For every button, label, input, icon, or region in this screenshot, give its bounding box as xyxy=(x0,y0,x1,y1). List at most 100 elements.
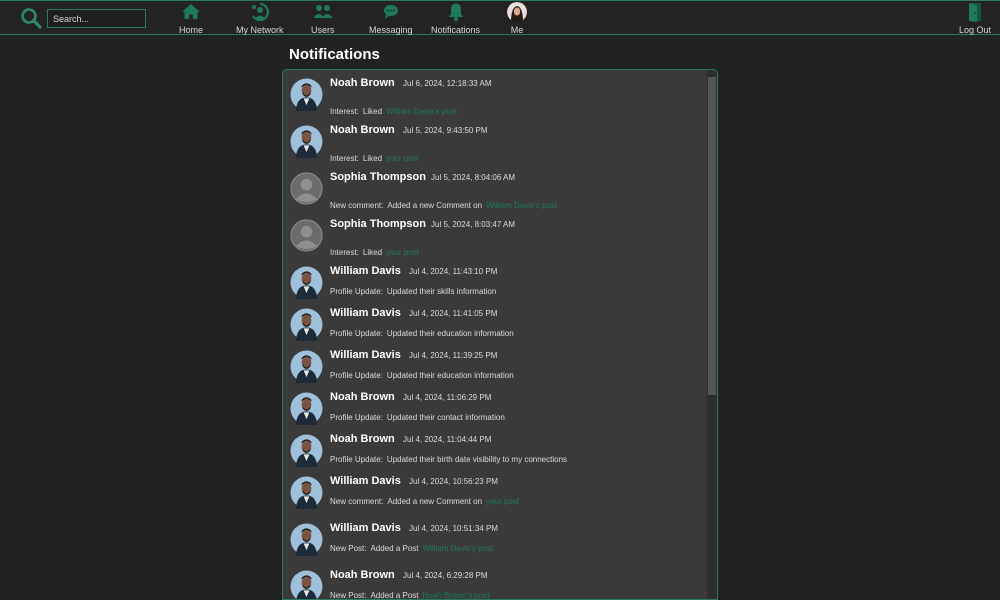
notification-message: Interest: Liked your post xyxy=(330,248,419,257)
nav-me-label: Me xyxy=(510,25,524,35)
notification-user-name[interactable]: Sophia Thompson xyxy=(330,171,426,183)
notification-post-link[interactable]: William Davis's post xyxy=(386,107,457,116)
notification-timestamp: Jul 4, 2024, 6:29:28 PM xyxy=(403,571,488,580)
default-avatar-icon xyxy=(290,219,323,252)
avatar xyxy=(290,476,323,509)
notification-type: New comment: xyxy=(330,497,384,506)
avatar xyxy=(290,523,323,556)
door-icon xyxy=(969,3,982,22)
avatar xyxy=(290,78,323,111)
search-input[interactable] xyxy=(47,9,146,28)
avatar xyxy=(290,350,323,383)
notification-timestamp: Jul 5, 2024, 9:43:50 PM xyxy=(403,126,488,135)
notification-item[interactable]: William Davis Jul 4, 2024, 11:43:10 PM Pro… xyxy=(289,265,699,300)
notification-type: Interest: xyxy=(330,248,359,257)
notification-user-name[interactable]: Noah Brown xyxy=(330,124,395,136)
search-logo-icon[interactable] xyxy=(20,7,42,29)
notification-item[interactable]: Sophia Thompson Jul 5, 2024, 8:04:06 AM Ne… xyxy=(289,171,699,210)
nav-users-label: Users xyxy=(311,25,335,35)
notification-user-name[interactable]: Noah Brown xyxy=(330,391,395,403)
notification-action: Updated their education information xyxy=(386,329,514,338)
notification-item[interactable]: Noah Brown Jul 4, 2024, 11:04:44 PM Profil… xyxy=(289,433,699,468)
scrollbar-thumb[interactable] xyxy=(708,77,716,395)
notification-action: Liked xyxy=(362,107,383,116)
chat-icon xyxy=(383,5,398,19)
nav-notifications[interactable]: Notifications xyxy=(431,2,480,35)
page-title: Notifications xyxy=(289,46,380,63)
notification-message: Interest: Liked William Davis's post xyxy=(330,107,457,116)
notification-item[interactable]: William Davis Jul 4, 2024, 10:56:23 PM New… xyxy=(289,475,699,510)
notification-user-name[interactable]: Sophia Thompson xyxy=(330,218,426,230)
avatar xyxy=(290,266,323,299)
notification-item[interactable]: William Davis Jul 4, 2024, 10:51:34 PM New… xyxy=(289,522,699,557)
notification-type: Interest: xyxy=(330,154,359,163)
notification-message: New comment: Added a new Comment on your p… xyxy=(330,497,519,506)
nav-users[interactable]: Users xyxy=(311,2,335,35)
notification-user-name[interactable]: William Davis xyxy=(330,265,401,277)
default-avatar-icon xyxy=(290,172,323,205)
notification-message: New Post: Added a Post William Davis's pos… xyxy=(330,544,493,553)
notification-message: Profile Update: Updated their skills info… xyxy=(330,287,496,296)
nav-notifications-label: Notifications xyxy=(431,25,481,35)
notification-timestamp: Jul 4, 2024, 11:39:25 PM xyxy=(409,351,498,360)
notification-message: Profile Update: Updated their education i… xyxy=(330,371,514,380)
notification-user-name[interactable]: Noah Brown xyxy=(330,77,395,89)
notification-user-name[interactable]: William Davis xyxy=(330,522,401,534)
avatar xyxy=(507,2,527,22)
logout-label: Log Out xyxy=(959,25,992,35)
notification-action: Added a Post xyxy=(370,591,419,600)
notification-item[interactable]: Noah Brown Jul 6, 2024, 12:18:33 AM Intere… xyxy=(289,77,699,116)
notification-message: New comment: Added a new Comment on Willia… xyxy=(330,201,557,210)
notification-type: Profile Update: xyxy=(330,455,383,464)
notification-user-name[interactable]: William Davis xyxy=(330,307,401,319)
notification-timestamp: Jul 4, 2024, 11:43:10 PM xyxy=(409,267,498,276)
notification-item[interactable]: Noah Brown Jul 5, 2024, 9:43:50 PM Interes… xyxy=(289,124,699,163)
notification-type: New Post: xyxy=(330,544,367,553)
avatar xyxy=(290,308,323,341)
notification-action: Added a new Comment on xyxy=(387,497,483,506)
bell-icon xyxy=(448,3,463,21)
notification-user-name[interactable]: Noah Brown xyxy=(330,433,395,445)
notification-post-link[interactable]: William Davis's post xyxy=(423,544,494,553)
network-icon xyxy=(251,2,269,22)
notification-post-link[interactable]: your post xyxy=(386,248,419,257)
notification-post-link[interactable]: your post xyxy=(486,497,519,506)
notification-action: Added a new Comment on xyxy=(387,201,483,210)
notification-item[interactable]: Noah Brown Jul 4, 2024, 6:29:28 PM New Pos… xyxy=(289,569,699,600)
avatar xyxy=(290,434,323,467)
notification-action: Liked xyxy=(362,154,383,163)
notifications-list[interactable]: Noah Brown Jul 6, 2024, 12:18:33 AM Intere… xyxy=(282,69,718,600)
nav-messaging[interactable]: Messaging xyxy=(369,2,413,35)
notification-timestamp: Jul 6, 2024, 12:18:33 AM xyxy=(403,79,492,88)
notification-type: Profile Update: xyxy=(330,329,383,338)
notification-action: Added a Post xyxy=(370,544,419,553)
notification-action: Updated their skills information xyxy=(386,287,497,296)
notification-action: Updated their birth date visibility to m… xyxy=(386,455,568,464)
notification-timestamp: Jul 5, 2024, 8:04:06 AM xyxy=(431,173,516,182)
notification-item[interactable]: Sophia Thompson Jul 5, 2024, 8:03:47 AM In… xyxy=(289,218,699,257)
notification-message: Interest: Liked your post xyxy=(330,154,419,163)
notification-user-name[interactable]: William Davis xyxy=(330,475,401,487)
notification-post-link[interactable]: William Davis's post xyxy=(486,201,557,210)
nav-home[interactable]: Home xyxy=(179,2,203,35)
notification-user-name[interactable]: Noah Brown xyxy=(330,569,395,581)
scrollbar[interactable] xyxy=(707,70,717,599)
logout-button[interactable]: Log Out xyxy=(959,2,991,35)
notification-type: Profile Update: xyxy=(330,413,383,422)
nav-me[interactable]: Me xyxy=(507,2,527,35)
notification-timestamp: Jul 4, 2024, 10:51:34 PM xyxy=(409,524,498,533)
notification-user-name[interactable]: William Davis xyxy=(330,349,401,361)
notification-message: Profile Update: Updated their education i… xyxy=(330,329,514,338)
nav-my-network[interactable]: My Network xyxy=(236,2,284,35)
notification-item[interactable]: William Davis Jul 4, 2024, 11:39:25 PM Pro… xyxy=(289,349,699,384)
notification-post-link[interactable]: Noah Brown's post xyxy=(423,591,490,599)
notification-item[interactable]: William Davis Jul 4, 2024, 11:41:05 PM Pro… xyxy=(289,307,699,342)
nav-messaging-label: Messaging xyxy=(369,25,413,35)
notification-message: Profile Update: Updated their birth date … xyxy=(330,455,567,464)
notification-post-link[interactable]: your post xyxy=(386,154,419,163)
notification-type: Profile Update: xyxy=(330,371,383,380)
notification-timestamp: Jul 4, 2024, 11:41:05 PM xyxy=(409,309,498,318)
notification-action: Liked xyxy=(362,248,383,257)
notification-item[interactable]: Noah Brown Jul 4, 2024, 11:06:29 PM Profil… xyxy=(289,391,699,426)
avatar xyxy=(290,125,323,158)
